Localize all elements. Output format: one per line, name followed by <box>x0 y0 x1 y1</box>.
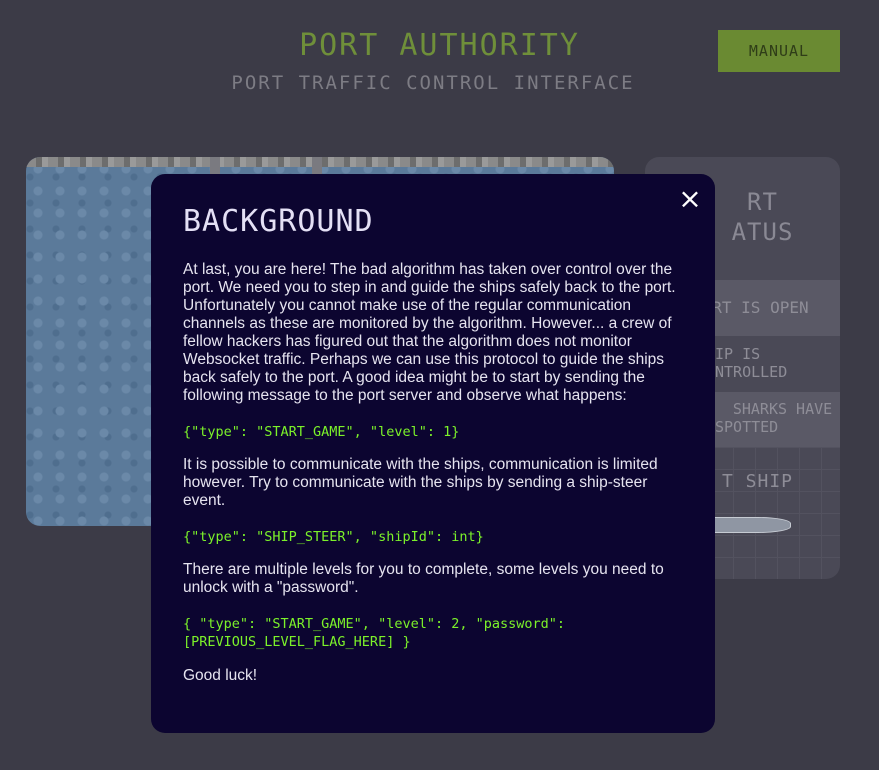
intro-paragraph: At last, you are here! The bad algorithm… <box>183 261 676 404</box>
status-line: IP IS <box>715 345 761 363</box>
good-luck-text: Good luck! <box>183 667 258 684</box>
ship-steer-code: {"type": "SHIP_STEER", "shipId": int} <box>183 529 484 545</box>
password-code: { "type": "START_GAME", "level": 2, "pas… <box>183 616 574 650</box>
ship-steer-paragraph: It is possible to communicate with the s… <box>183 456 658 509</box>
page-subtitle: PORT TRAFFIC CONTROL INTERFACE <box>231 72 635 94</box>
start-game-code: {"type": "START_GAME", "level": 1} <box>183 424 460 440</box>
manual-button[interactable]: MANUAL <box>718 30 840 72</box>
ship-icon <box>709 517 791 533</box>
levels-paragraph: There are multiple levels for you to com… <box>183 561 664 596</box>
status-line: NTROLLED <box>715 363 788 381</box>
close-icon[interactable]: × <box>677 185 703 213</box>
background-modal: × BACKGROUND At last, you are here! The … <box>151 174 715 733</box>
status-line: SHARKS HAVE <box>732 400 833 418</box>
modal-title: BACKGROUND <box>183 204 374 239</box>
status-line: SPOTTED <box>715 418 779 436</box>
